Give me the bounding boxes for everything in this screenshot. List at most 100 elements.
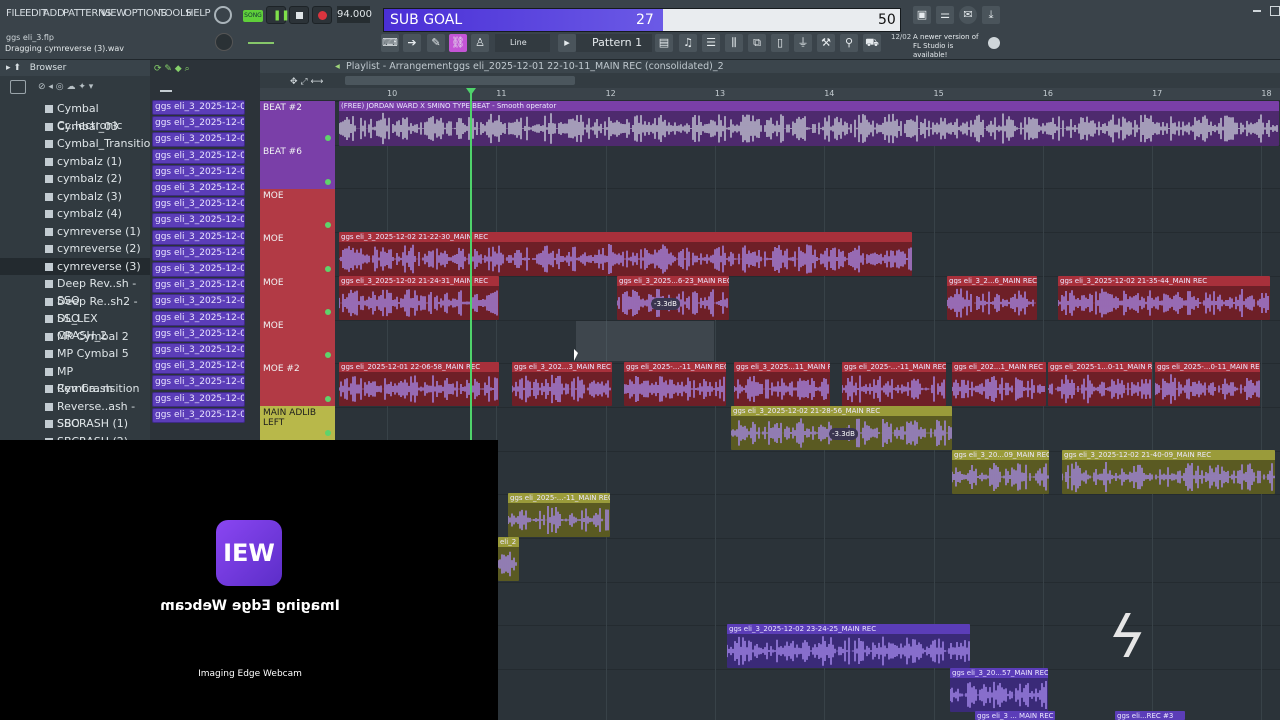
channel-button[interactable]: ggs eli_3_2025-12-02 21... <box>152 116 245 132</box>
channel-rack-icon[interactable]: ☰ <box>702 34 720 52</box>
channel-button[interactable]: ggs eli_3_2025-12-02 21... <box>152 148 245 164</box>
stamp-icon[interactable]: ♙ <box>471 34 489 52</box>
menu-file[interactable]: FILE <box>6 8 26 19</box>
channel-button[interactable]: ggs eli_3_2025-12-02 22... <box>152 407 245 423</box>
channel-button[interactable]: ggs eli_3_2025-12-02 21... <box>152 262 245 277</box>
audio-clip[interactable]: (FREE) JORDAN WARD X SMINO TYPE BEAT - S… <box>339 101 1279 146</box>
audio-clip[interactable]: ggs eli_2025-...-11_MAIN REC <box>842 362 946 406</box>
audio-clip[interactable]: ggs eli_2025-...0-11_MAIN REC <box>1155 362 1260 406</box>
browser-item[interactable]: MP Cymba..nsition <box>0 363 150 395</box>
track-header[interactable]: MOE <box>260 232 335 276</box>
channel-button[interactable]: ggs eli_3_2025-12-02 22... <box>152 294 245 310</box>
sliders-icon[interactable]: ⚌ <box>936 6 954 24</box>
typing-keyboard-icon[interactable]: ⌨ <box>381 34 399 52</box>
audio-clip[interactable]: ggs eli_3_2025-12-02 23-24-25_MAIN REC <box>727 624 970 668</box>
browser-icon[interactable]: ⧉ <box>748 34 766 52</box>
browser-item[interactable]: DL_LEX CRASH_2 <box>0 310 150 342</box>
channel-button[interactable]: ggs eli_3_2025-12-02 21... <box>152 278 245 294</box>
play-button[interactable]: ❚❚ <box>266 6 290 24</box>
chevron-right-icon[interactable]: ▸ <box>558 34 576 52</box>
audio-clip[interactable]: ggs eli_3_2025-12-02 21-40-09_MAIN REC <box>1062 450 1275 494</box>
metronome-icon[interactable] <box>214 6 232 24</box>
audio-clip[interactable]: ggs eli_3 ... MAIN REC <box>975 711 1055 720</box>
channel-button[interactable]: ggs eli_3_2025-12-02 22... <box>152 391 245 407</box>
audio-clip[interactable]: ggs eli_2025-...-11_MAIN REC <box>508 493 610 537</box>
playhead-marker-icon[interactable] <box>466 88 476 95</box>
tempo-display[interactable]: 94.000 <box>337 6 372 23</box>
arrow-up-icon[interactable]: ▸ ⬆ <box>6 63 21 73</box>
chat-icon[interactable]: ✉ <box>959 6 977 24</box>
browser-item[interactable]: Reverse..ash - SSO <box>0 398 150 430</box>
track-led-icon[interactable] <box>325 430 331 436</box>
channel-button[interactable]: ggs eli_3_2025-12-02 22... <box>152 310 245 326</box>
audio-clip[interactable]: ggs eli_3_202...3_MAIN REC <box>512 362 612 406</box>
channel-button[interactable]: ggs eli_3_2025-12-02 22... <box>152 343 245 358</box>
browser-item[interactable]: SBCRASH (1) <box>0 415 150 432</box>
menu-add[interactable]: ADD <box>43 8 65 19</box>
channel-button[interactable]: ggs eli_3_2025-12-02 22... <box>152 375 245 391</box>
song-mode-toggle[interactable]: SONG <box>243 10 263 22</box>
channel-toolbar-icons[interactable]: ⟳ ✎ ◆ ⌕ <box>154 64 190 74</box>
tools-icon[interactable]: ⚒ <box>817 34 835 52</box>
playlist-arrow-icon[interactable]: ◂ <box>335 60 340 73</box>
audio-clip[interactable]: ggs eli_202...1_MAIN REC <box>952 362 1046 406</box>
track-led-icon[interactable] <box>325 222 331 228</box>
audio-clip[interactable]: ggs eli_3_2025-12-02 21-22-30_MAIN REC <box>339 232 912 276</box>
cart-icon[interactable]: ⛟ <box>863 34 881 52</box>
browser-filter-icons[interactable]: ⊘ ◂ ◎ ☁ ✦ ▾ <box>38 82 93 92</box>
track-led-icon[interactable] <box>325 352 331 358</box>
browser-item[interactable]: cymbalz (3) <box>0 188 150 205</box>
channel-button[interactable]: ggs eli_3_2025-12-02 22... <box>152 326 245 342</box>
channel-button[interactable]: ggs eli_3_2025-12-02 21... <box>152 245 245 261</box>
record-button[interactable] <box>312 6 332 24</box>
download-icon[interactable]: ⤓ <box>982 6 1000 24</box>
audio-clip[interactable]: ggs eli_3_2025...11_MAIN REC <box>734 362 830 406</box>
track-led-icon[interactable] <box>325 266 331 272</box>
browser-item[interactable]: Deep Re..sh2 - SSO <box>0 293 150 325</box>
browser-item[interactable]: cymbalz (1) <box>0 153 150 170</box>
timeline-ruler[interactable]: 10 11 12 13 14 15 16 17 18 <box>260 88 1280 101</box>
track-led-icon[interactable] <box>325 179 331 185</box>
playlist-tool-icons[interactable]: ✥ ⤢ ⟷ <box>290 77 323 87</box>
browser-item[interactable]: Cymbal Cr..lectronic <box>0 100 150 132</box>
browser-item[interactable]: cymbalz (4) <box>0 205 150 222</box>
arrow-right-icon[interactable]: ➔ <box>403 34 421 52</box>
save-icon[interactable]: ▣ <box>913 6 931 24</box>
pencil-icon[interactable]: ✎ <box>427 34 445 52</box>
channel-button[interactable]: ggs eli_3_2025-12-02 22... <box>152 359 245 375</box>
channel-button[interactable]: ggs eli_3_2025-12-02 21... <box>152 164 245 180</box>
audio-clip[interactable]: ggs eli_3_20...57_MAIN REC <box>950 668 1048 712</box>
audio-clip[interactable]: ggs eli_2025-1...0-11_MAIN REC <box>1048 362 1152 406</box>
track-header[interactable]: MOE <box>260 189 335 232</box>
minimize-icon[interactable] <box>1253 10 1261 12</box>
playlist-icon[interactable]: ▤ <box>655 34 673 52</box>
file-icon[interactable]: ▯ <box>771 34 789 52</box>
track-header[interactable]: MOE <box>260 276 335 319</box>
link-icon[interactable]: ⛓ <box>449 34 467 52</box>
channel-button[interactable]: ggs eli_3_2025-12-02 21... <box>152 181 245 196</box>
channel-scroll-handle[interactable] <box>160 90 172 92</box>
globe-icon[interactable] <box>988 37 1000 49</box>
track-led-icon[interactable] <box>325 309 331 315</box>
audio-clip[interactable]: ggs eli_2025-12-01 22-06-58_MAIN REC <box>339 362 499 406</box>
audio-clip[interactable]: ggs eli_3_2025-12-02 21-35-44_MAIN REC <box>1058 276 1270 320</box>
channel-button[interactable]: ggs eli_3_2025-12-02 21... <box>152 132 245 148</box>
menu-view[interactable]: VIEW <box>101 8 126 19</box>
channel-button[interactable]: ggs eli_3_2025-12-02 21... <box>152 213 245 229</box>
track-header[interactable]: BEAT #2 <box>260 101 335 145</box>
browser-item[interactable]: cymreverse (1) <box>0 223 150 240</box>
plugin-icon[interactable]: ⏚ <box>794 34 812 52</box>
browser-item[interactable]: cymbalz (2) <box>0 170 150 187</box>
news-text[interactable]: A newer version of FL Studio is availabl… <box>913 33 981 60</box>
stop-button[interactable] <box>289 6 309 24</box>
channel-button[interactable]: ggs eli_3_2025-12-02 21... <box>152 197 245 213</box>
browser-view-icon[interactable] <box>10 80 26 94</box>
menu-help[interactable]: HELP <box>186 8 211 19</box>
browser-item[interactable]: Cymbal_Transition <box>0 135 157 152</box>
audio-clip[interactable]: ggs eli_3_2025-12-02 21-24-31_MAIN REC <box>339 276 499 320</box>
browser-item[interactable]: MP Cymbal 5 <box>0 345 150 362</box>
browser-item[interactable]: Cymbal_03 <box>0 118 150 135</box>
channel-button[interactable]: ggs eli_3_2025-12-02 21... <box>152 229 245 245</box>
browser-item[interactable]: cymreverse (3) <box>0 257 150 275</box>
browser-item[interactable]: cymreverse (2) <box>0 240 150 257</box>
